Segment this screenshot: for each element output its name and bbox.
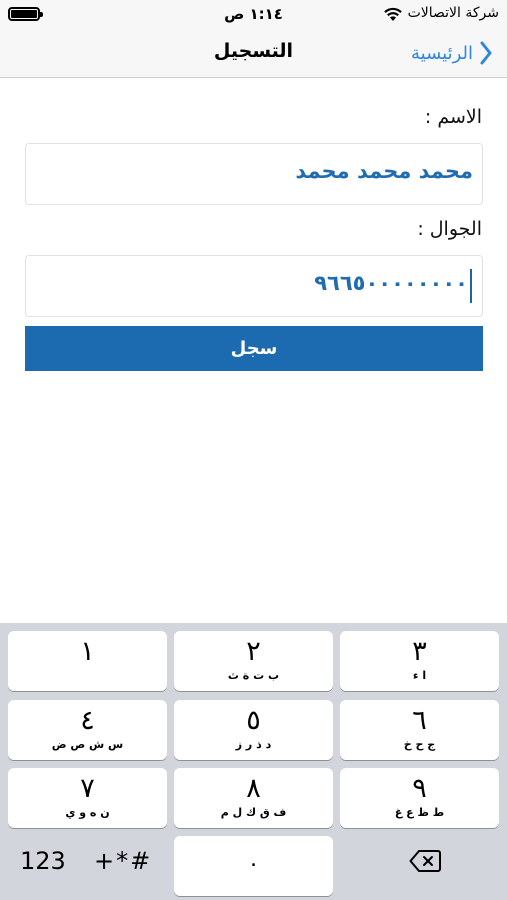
phone-field-value: ٩٦٦٥٠٠٠٠٠٠٠٠ xyxy=(314,271,468,295)
name-field-value: محمد محمد محمد xyxy=(295,159,473,183)
back-button-label: الرئيسية xyxy=(411,42,473,64)
key-2[interactable]: ٢ ب ت ة ث xyxy=(174,631,333,691)
status-bar: ١:١٤ ص شركة الاتصالات xyxy=(0,0,507,28)
key-4[interactable]: ٤ س ش ص ض xyxy=(8,700,167,760)
name-field[interactable]: محمد محمد محمد xyxy=(25,143,483,205)
name-label: الاسم : xyxy=(424,106,482,128)
key-6[interactable]: ٦ ج ح خ xyxy=(340,700,499,760)
text-cursor xyxy=(470,269,472,303)
numbers-mode-key[interactable]: 123 xyxy=(20,847,66,875)
back-button[interactable]: الرئيسية xyxy=(411,38,493,68)
key-3[interactable]: ٣ ا ء xyxy=(340,631,499,691)
register-button-label: سجل xyxy=(230,338,278,359)
phone-label: الجوال : xyxy=(417,218,482,240)
key-8[interactable]: ٨ ف ق ك ل م xyxy=(174,768,333,828)
phone-field[interactable]: ٩٦٦٥٠٠٠٠٠٠٠٠ xyxy=(25,255,483,317)
register-button[interactable]: سجل xyxy=(25,326,483,371)
chevron-left-icon xyxy=(480,41,492,65)
key-7[interactable]: ٧ ن ه و ي xyxy=(8,768,167,828)
key-1[interactable]: ١ xyxy=(8,631,167,691)
delete-backspace-icon[interactable] xyxy=(409,849,441,873)
key-0[interactable]: ٠ xyxy=(174,836,333,896)
key-5[interactable]: ٥ د ذ ر ز xyxy=(174,700,333,760)
symbols-key[interactable]: +*# xyxy=(94,847,152,875)
registration-screen: ١:١٤ ص شركة الاتصالات التسجيل الرئيسية ا… xyxy=(0,0,507,900)
carrier-name: شركة الاتصالات xyxy=(407,5,499,21)
wifi-icon xyxy=(384,7,402,21)
navigation-bar: التسجيل الرئيسية xyxy=(0,28,507,78)
key-9[interactable]: ٩ ط ظ ع غ xyxy=(340,768,499,828)
